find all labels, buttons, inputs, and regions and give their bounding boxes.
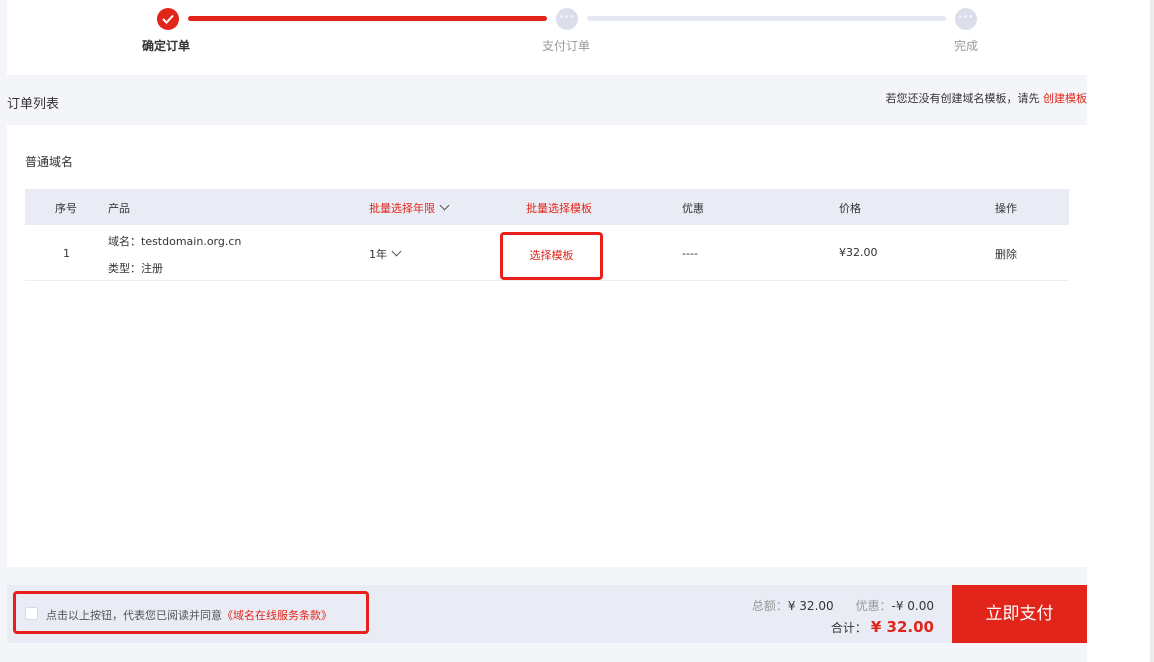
select-template-button[interactable]: 选择模板	[503, 247, 600, 263]
template-highlight: 选择模板	[500, 232, 603, 280]
agreement-highlight: 点击以上按钮，代表您已阅读并同意《域名在线服务条款》	[13, 591, 369, 634]
sum-value: ¥ 32.00	[870, 618, 934, 636]
total-label: 总额：	[751, 599, 788, 613]
step-label-pay: 支付订单	[542, 39, 591, 53]
step-line-1	[188, 16, 547, 21]
header-index: 序号	[55, 202, 77, 215]
payment-footer: 点击以上按钮，代表您已阅读并同意《域名在线服务条款》 总额：¥ 32.00 优惠…	[7, 585, 1087, 643]
total-value: ¥ 32.00	[787, 599, 834, 613]
row-index: 1	[63, 247, 70, 260]
right-gutter	[1087, 0, 1154, 662]
grand-total: 合计： ¥ 32.00	[831, 618, 934, 636]
sum-label: 合计：	[830, 621, 867, 635]
batch-years-label: 批量选择年限	[369, 202, 435, 215]
create-template-link[interactable]: 创建模板	[1043, 92, 1087, 105]
chevron-down-icon	[439, 200, 450, 211]
row-discount: ----	[682, 247, 698, 260]
step-complete-more-icon: ···	[955, 8, 977, 30]
order-progress: ··· ··· 确定订单 支付订单 完成	[7, 0, 1087, 75]
header-product: 产品	[108, 202, 130, 215]
batch-template-button[interactable]: 批量选择模板	[526, 200, 592, 216]
agreement-label: 点击以上按钮，代表您已阅读并同意	[46, 609, 222, 622]
row-domain: 域名：testdomain.org.cn	[108, 235, 242, 248]
step-label-complete: 完成	[954, 39, 979, 53]
pay-now-button[interactable]: 立即支付	[952, 585, 1087, 643]
row-years-value: 1年	[369, 248, 387, 261]
template-hint: 若您还没有创建域名模板，请先 创建模板	[886, 90, 1088, 106]
chevron-down-icon	[391, 246, 402, 257]
agree-checkbox[interactable]	[25, 607, 38, 620]
terms-link[interactable]: 《域名在线服务条款》	[222, 609, 332, 622]
scrollbar-edge	[1150, 0, 1154, 662]
step-line-2	[587, 16, 946, 21]
row-type: 类型：注册	[108, 262, 163, 275]
batch-years-dropdown[interactable]: 批量选择年限	[369, 200, 450, 216]
discount-label: 优惠：	[855, 599, 892, 613]
table-row: 1 域名：testdomain.org.cn 类型：注册 1年 选择模板 ---…	[25, 225, 1069, 281]
template-hint-text: 若您还没有创建域名模板，请先	[885, 92, 1040, 105]
header-price: 价格	[839, 202, 861, 215]
domain-type-title: 普通域名	[25, 155, 74, 169]
total-summary: 总额：¥ 32.00 优惠：-¥ 0.00	[752, 597, 934, 614]
order-list-title: 订单列表	[7, 97, 60, 112]
step-confirm-check-icon	[157, 8, 179, 30]
order-list-card: 普通域名 序号 产品 批量选择年限 批量选择模板 优惠 价格 操作 1 域名：t…	[7, 125, 1087, 567]
header-action: 操作	[995, 202, 1017, 215]
delete-button[interactable]: 删除	[995, 246, 1017, 262]
discount-value: -¥ 0.00	[891, 599, 935, 613]
step-pay-more-icon: ···	[556, 8, 578, 30]
row-price: ¥32.00	[839, 246, 878, 259]
agreement-text: 点击以上按钮，代表您已阅读并同意《域名在线服务条款》	[46, 607, 332, 623]
table-header: 序号 产品 批量选择年限 批量选择模板 优惠 价格 操作	[25, 189, 1069, 225]
row-years-dropdown[interactable]: 1年	[369, 246, 402, 262]
step-label-confirm: 确定订单	[142, 39, 191, 53]
order-table: 序号 产品 批量选择年限 批量选择模板 优惠 价格 操作 1 域名：testdo…	[25, 189, 1069, 281]
header-discount: 优惠	[682, 202, 704, 215]
